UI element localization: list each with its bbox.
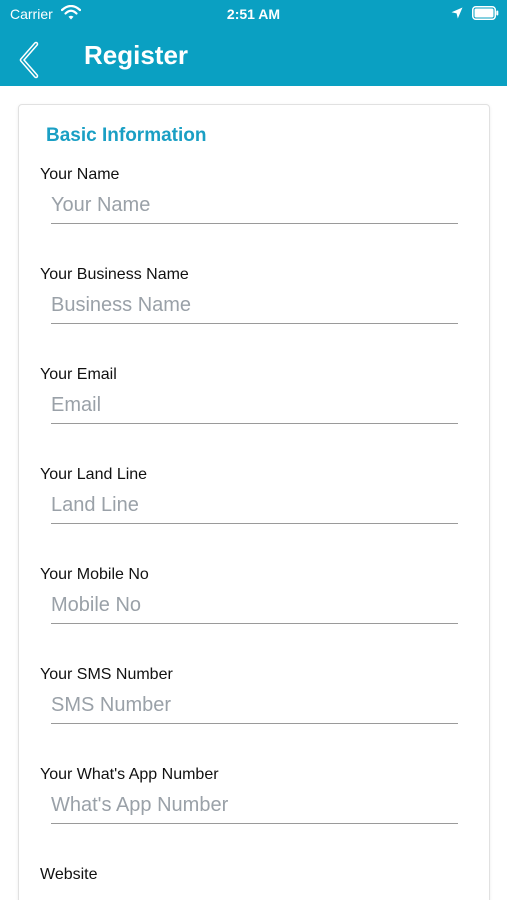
field-label: Your Land Line [40,466,148,483]
field-label: Your Business Name [40,266,189,283]
field-label: Your What's App Number [40,766,219,783]
chevron-left-icon [19,41,39,79]
section-title: Basic Information [46,125,207,146]
location-arrow-icon [451,7,463,19]
app-header: Carrier 2:51 AM Register [0,0,507,86]
your-name-field: Your Name [19,166,491,266]
page-title: Register [84,40,189,70]
field-label: Your Email [40,366,117,383]
sms-number-input[interactable] [51,688,458,724]
field-label: Your Name [40,166,120,183]
website-field: Website [19,866,491,900]
email-field: Your Email [19,366,491,466]
field-label: Website [40,866,98,883]
whatsapp-number-input[interactable] [51,788,458,824]
status-time: 2:51 AM [226,6,281,22]
mobile-no-field: Your Mobile No [19,566,491,666]
business-name-input[interactable] [51,288,458,324]
back-button[interactable] [14,40,46,80]
whatsapp-number-field: Your What's App Number [19,766,491,866]
field-label: Your SMS Number [40,666,173,683]
land-line-input[interactable] [51,488,458,524]
land-line-field: Your Land Line [19,466,491,566]
status-bar: Carrier 2:51 AM [0,0,507,28]
mobile-no-input[interactable] [51,588,458,624]
business-name-field: Your Business Name [19,266,491,366]
basic-information-card: Basic Information Your Name Your Busines… [18,104,490,900]
email-input[interactable] [51,388,458,424]
field-label: Your Mobile No [40,566,149,583]
sms-number-field: Your SMS Number [19,666,491,766]
battery-icon [472,6,499,20]
your-name-input[interactable] [51,188,458,224]
